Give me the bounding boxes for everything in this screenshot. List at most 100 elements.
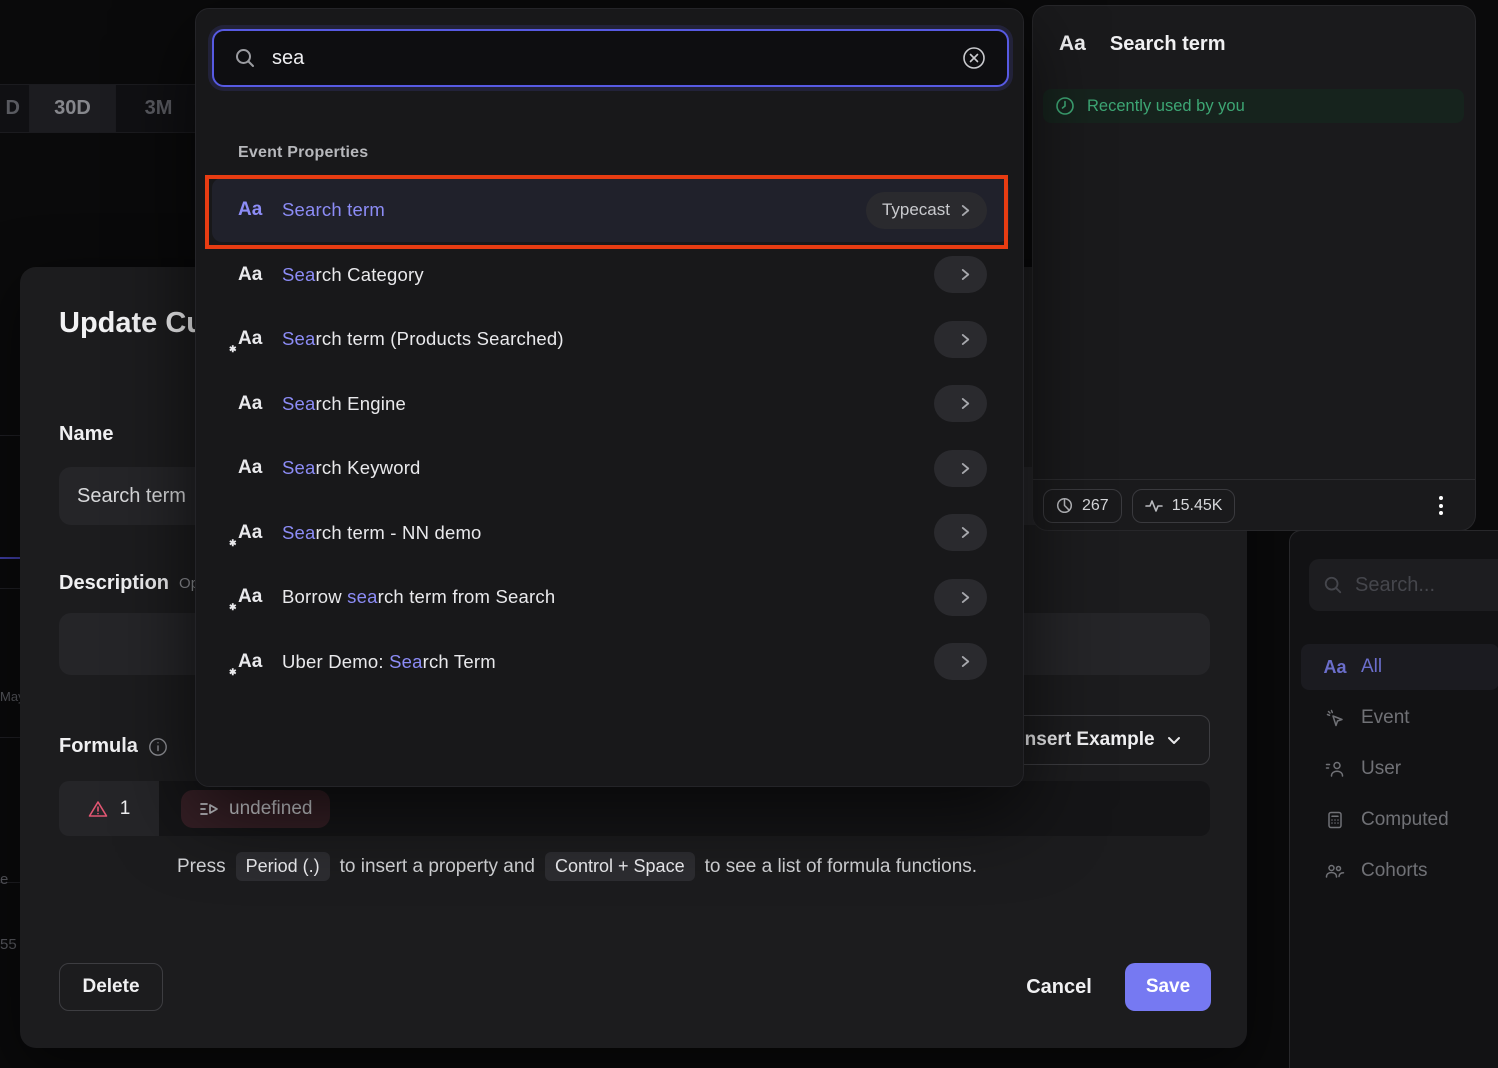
- time-range-control: D 30D 3M: [0, 84, 202, 133]
- activity-icon: [1145, 499, 1163, 513]
- result-label: Search Keyword: [282, 457, 421, 479]
- cancel-button[interactable]: Cancel: [1003, 963, 1115, 1011]
- info-icon[interactable]: [148, 737, 168, 757]
- formula-helper-text: Press Period (.) to insert a property an…: [177, 852, 977, 881]
- search-icon: [1323, 575, 1343, 595]
- formula-code-area[interactable]: undefined: [159, 781, 1210, 836]
- formula-label: Formula: [59, 735, 168, 758]
- property-preview-panel: Aa Search term Recently used by you 267 …: [1032, 5, 1476, 531]
- undefined-chip-label: undefined: [229, 798, 312, 820]
- time-range-3m[interactable]: 3M: [116, 85, 202, 132]
- custom-property-star-icon: ✱: [229, 667, 237, 678]
- event-icon: [1323, 709, 1347, 728]
- result-label: Search Category: [282, 264, 424, 286]
- result-label: Uber Demo: Search Term: [282, 651, 496, 673]
- property-result-row[interactable]: Aa✱ Borrow search term from Search: [212, 565, 1009, 629]
- typecast-badge[interactable]: [934, 256, 987, 293]
- text-type-icon: Aa: [1323, 657, 1347, 678]
- result-label: Search term (Products Searched): [282, 328, 564, 350]
- typecast-badge[interactable]: [934, 321, 987, 358]
- name-label: Name: [59, 423, 113, 446]
- helper-post: to see a list of formula functions.: [705, 856, 977, 878]
- sidebar-item-label: Cohorts: [1361, 860, 1428, 882]
- warning-icon: [88, 800, 108, 818]
- property-result-row[interactable]: Aa✱ Search Category: [212, 243, 1009, 307]
- helper-mid: to insert a property and: [340, 856, 535, 878]
- preview-title: Search term: [1110, 33, 1226, 56]
- chevron-right-icon: [960, 591, 971, 604]
- property-result-row[interactable]: Aa✱ Search term - NN demo: [212, 501, 1009, 565]
- property-search-dropdown: sea Event Properties Aa✱ Search term Typ…: [195, 8, 1024, 787]
- results-list: Aa✱ Search term Typecast Aa✱ Search Cate…: [196, 9, 1023, 786]
- chart-gridline: [0, 737, 20, 738]
- helper-pre: Press: [177, 856, 226, 878]
- chevron-right-icon: [960, 655, 971, 668]
- typecast-badge[interactable]: [934, 514, 987, 551]
- description-label-text: Description: [59, 572, 169, 595]
- delete-button[interactable]: Delete: [59, 963, 163, 1011]
- sidebar-item-label: All: [1361, 656, 1382, 678]
- result-label: Search term: [282, 199, 385, 221]
- stat-pill[interactable]: 15.45K: [1132, 489, 1236, 523]
- period-key-chip: Period (.): [236, 852, 330, 881]
- typecast-badge[interactable]: [934, 450, 987, 487]
- sidebar-search-placeholder: Search...: [1355, 574, 1435, 597]
- property-result-row[interactable]: Aa✱ Uber Demo: Search Term: [212, 630, 1009, 694]
- property-result-row[interactable]: Aa✱ Search Engine: [212, 372, 1009, 436]
- function-icon: [199, 801, 219, 817]
- formula-editor[interactable]: 1 undefined: [59, 781, 1210, 836]
- chart-axis-label: e: [0, 871, 8, 888]
- chart-axis-label: May: [0, 689, 21, 704]
- name-value: Search term: [77, 485, 186, 507]
- clock-icon: [1055, 96, 1075, 116]
- text-type-icon: Aa: [1059, 32, 1086, 56]
- property-result-row[interactable]: Aa✱ Search Keyword: [212, 436, 1009, 500]
- property-result-row[interactable]: Aa✱ Search term (Products Searched): [212, 307, 1009, 371]
- preview-footer: 267 15.45K: [1033, 479, 1475, 531]
- chevron-right-icon: [960, 397, 971, 410]
- typecast-badge[interactable]: [934, 643, 987, 680]
- save-button[interactable]: Save: [1125, 963, 1211, 1011]
- sidebar-item-user[interactable]: User: [1301, 746, 1498, 792]
- text-type-icon: Aa✱: [238, 651, 282, 673]
- chevron-right-icon: [960, 268, 971, 281]
- result-label: Search Engine: [282, 393, 406, 415]
- control-space-key-chip: Control + Space: [545, 852, 695, 881]
- recently-used-badge: Recently used by you: [1043, 89, 1464, 123]
- result-label: Borrow search term from Search: [282, 586, 555, 608]
- property-result-row[interactable]: Aa✱ Search term Typecast: [212, 178, 1009, 242]
- custom-property-star-icon: ✱: [229, 538, 237, 549]
- dialog-title: Update Cu: [59, 307, 204, 340]
- typecast-badge[interactable]: Typecast: [866, 192, 987, 229]
- sidebar-item-label: Computed: [1361, 809, 1449, 831]
- typecast-badge[interactable]: [934, 579, 987, 616]
- text-type-icon: Aa✱: [238, 586, 282, 608]
- preview-stats: 267 15.45K: [1043, 489, 1245, 523]
- sidebar-item-computed[interactable]: Computed: [1301, 797, 1498, 843]
- stat-value: 267: [1082, 497, 1109, 515]
- stat-pill[interactable]: 267: [1043, 489, 1122, 523]
- time-range-30d[interactable]: 30D: [30, 85, 116, 132]
- chart-line-fragment: [0, 557, 20, 559]
- insert-example-label: Insert Example: [1019, 729, 1154, 751]
- typecast-badge[interactable]: [934, 385, 987, 422]
- text-type-icon: Aa✱: [238, 522, 282, 544]
- pie-chart-icon: [1056, 497, 1073, 514]
- sidebar-item-all[interactable]: Aa All: [1301, 644, 1498, 690]
- text-type-icon: Aa✱: [238, 264, 282, 286]
- sidebar-item-cohorts[interactable]: Cohorts: [1301, 848, 1498, 894]
- kebab-menu-icon[interactable]: [1433, 490, 1449, 521]
- undefined-property-chip[interactable]: undefined: [181, 790, 330, 828]
- recently-used-label: Recently used by you: [1087, 97, 1245, 116]
- typecast-badge-label: Typecast: [882, 200, 950, 220]
- sidebar-search-input[interactable]: Search...: [1309, 559, 1498, 611]
- time-range-7d[interactable]: D: [0, 85, 30, 132]
- result-label: Search term - NN demo: [282, 522, 482, 544]
- chevron-right-icon: [960, 462, 971, 475]
- text-type-icon: Aa✱: [238, 199, 282, 221]
- formula-error-count: 1: [120, 798, 131, 820]
- app-screen: D 30D 3M May e 55 Update Cu Name Search …: [0, 0, 1498, 1068]
- sidebar-item-label: User: [1361, 758, 1401, 780]
- sidebar-item-event[interactable]: Event: [1301, 695, 1498, 741]
- formula-label-text: Formula: [59, 735, 138, 758]
